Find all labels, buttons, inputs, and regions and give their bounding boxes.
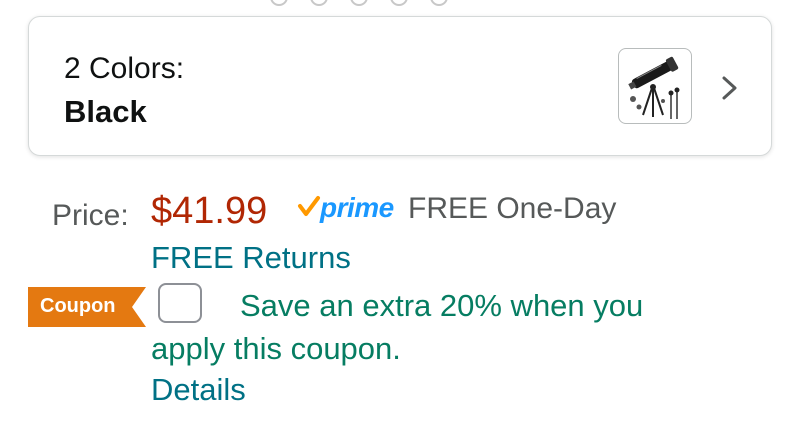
free-returns-link[interactable]: FREE Returns	[151, 240, 351, 276]
chevron-right-icon[interactable]	[719, 73, 741, 103]
coupon-badge-label: Coupon	[40, 295, 116, 317]
selected-color: Black	[64, 94, 147, 129]
telescope-thumbnail-icon	[628, 56, 680, 119]
prime-check-icon	[298, 196, 320, 216]
coupon-description: Save an extra 20% when you apply this co…	[151, 288, 644, 366]
delivery-info: FREE One-Day	[408, 192, 617, 225]
color-count-label: 2 Colors:	[64, 52, 185, 85]
coupon-badge: Coupon	[28, 287, 146, 327]
previous-section-edge	[270, 0, 520, 6]
price-label: Price:	[52, 199, 129, 232]
prime-label: prime	[320, 192, 394, 223]
coupon-details-link[interactable]: Details	[151, 372, 246, 408]
prime-badge: prime	[297, 192, 394, 226]
color-swatch-thumbnail[interactable]	[618, 48, 692, 124]
color-selector-card[interactable]: 2 Colors: Black	[28, 16, 772, 156]
price-value: $41.99	[151, 190, 268, 232]
